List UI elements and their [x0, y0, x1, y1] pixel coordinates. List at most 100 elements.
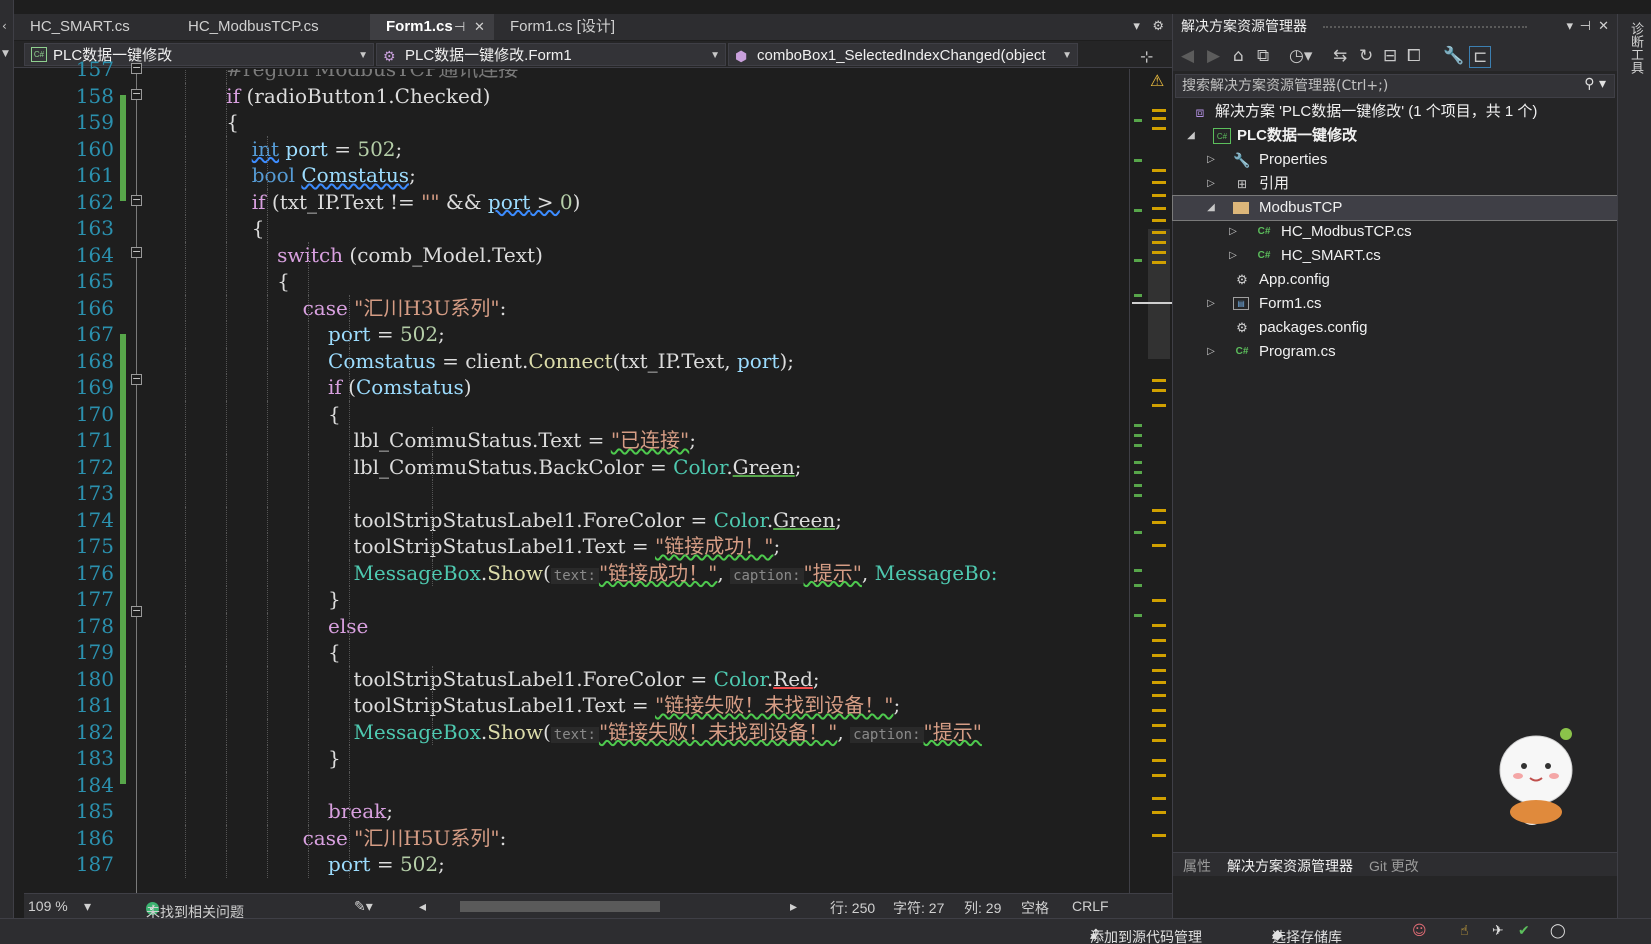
line-ending-indicator[interactable]: CRLF: [1072, 898, 1109, 914]
line-number: 179: [75, 640, 114, 664]
solution-search-box[interactable]: ⚲ ▾: [1175, 74, 1615, 98]
collapse-region-icon[interactable]: −: [131, 62, 142, 74]
account-circle-icon[interactable]: ◯: [1550, 923, 1566, 939]
horizontal-scrollbar-thumb[interactable]: [460, 901, 660, 912]
forward-icon[interactable]: ▶: [1207, 46, 1220, 66]
whitespace-indicator[interactable]: 空格: [1021, 898, 1049, 918]
tree-item-program[interactable]: ▷ C# Program.cs: [1173, 340, 1617, 364]
tree-item-hc-smart[interactable]: ▷ C# HC_SMART.cs: [1173, 244, 1617, 268]
warning-icon[interactable]: ⚠: [1150, 71, 1164, 90]
tab-form1[interactable]: Form1.cs ⊣ ✕: [370, 14, 494, 40]
warning-marker: [1152, 709, 1166, 712]
tab-hc-modbustcp[interactable]: HC_ModbusTCP.cs: [172, 14, 370, 40]
warning-marker: [1152, 654, 1166, 657]
code-text: {: [328, 640, 341, 664]
tree-item-packages-config[interactable]: ⚙ packages.config: [1173, 316, 1617, 340]
tab-list-dropdown-icon[interactable]: ▾: [1133, 19, 1140, 34]
change-marker: [1134, 119, 1142, 122]
class-dropdown[interactable]: ⚙ PLC数据一键修改.Form1 ▼: [376, 43, 726, 66]
scrollbar-thumb[interactable]: [1148, 229, 1170, 359]
scroll-right-icon[interactable]: ▸: [790, 898, 797, 915]
left-dropdown-icon[interactable]: ▼: [2, 49, 9, 59]
diagnostic-tools-tab[interactable]: 诊断工具: [1627, 22, 1643, 74]
collapse-region-icon[interactable]: −: [131, 373, 142, 385]
expanded-arrow-icon[interactable]: ◢: [1205, 196, 1217, 220]
pending-changes-filter-icon[interactable]: ◷▾: [1289, 46, 1312, 66]
tab-solution-explorer[interactable]: 解决方案资源管理器: [1227, 856, 1353, 876]
tree-item-properties[interactable]: ▷ 🔧 Properties: [1173, 148, 1617, 172]
scroll-left-icon[interactable]: ◂: [419, 898, 426, 915]
collapsed-arrow-icon[interactable]: ▷: [1227, 220, 1239, 244]
change-marker: [1134, 424, 1142, 427]
vertical-scrollbar[interactable]: ⚠: [1129, 69, 1172, 893]
keyword: case: [302, 825, 348, 850]
tab-git-changes[interactable]: Git 更改: [1369, 856, 1419, 876]
status-check-icon[interactable]: ✔: [1518, 923, 1530, 939]
type-name: MessageBox: [353, 719, 481, 744]
code-editor[interactable]: ‹ ▼ HC_SMART.cs HC_ModbusTCP.cs Form1.cs…: [0, 0, 1172, 944]
tab-form1-designer[interactable]: Form1.cs [设计]: [494, 14, 670, 40]
tab-label: HC_SMART.cs: [30, 18, 130, 35]
code-cleanup-icon[interactable]: ✎▾: [354, 898, 373, 915]
tree-item-project[interactable]: ◢ C# PLC数据一键修改: [1173, 124, 1617, 148]
expanded-arrow-icon[interactable]: ◢: [1185, 124, 1197, 148]
column-indicator[interactable]: 列: 29: [964, 898, 1001, 918]
collapse-region-icon[interactable]: −: [131, 194, 142, 206]
tree-item-references[interactable]: ▷ ⊞ 引用: [1173, 172, 1617, 196]
collapse-left-icon[interactable]: ‹: [2, 19, 7, 33]
change-indicator: [120, 95, 126, 201]
code-text: ;: [395, 136, 403, 161]
collapsed-arrow-icon[interactable]: ▷: [1205, 148, 1217, 172]
tree-item-app-config[interactable]: ⚙ App.config: [1173, 268, 1617, 292]
refresh-icon[interactable]: ↻: [1359, 46, 1373, 66]
close-icon[interactable]: ✕: [1598, 14, 1609, 40]
collapsed-arrow-icon[interactable]: ▷: [1227, 244, 1239, 268]
settings-gear-icon[interactable]: ⚙: [1152, 19, 1164, 34]
line-indicator[interactable]: 行: 250: [830, 898, 875, 918]
back-icon[interactable]: ◀: [1181, 46, 1194, 66]
notifications-icon[interactable]: ✈: [1492, 923, 1504, 939]
zoom-level[interactable]: 109 %: [28, 898, 68, 914]
warning-marker: [1152, 599, 1166, 602]
sync-with-document-icon[interactable]: ⇆: [1333, 46, 1347, 66]
method-call: Connect: [528, 348, 613, 373]
thumb-icon[interactable]: ☝: [1460, 923, 1469, 939]
tree-item-form1[interactable]: ▷ ▤ Form1.cs: [1173, 292, 1617, 316]
switch-views-icon[interactable]: ⧉: [1257, 46, 1269, 66]
pin-icon[interactable]: ⊣: [1580, 14, 1591, 40]
collapse-region-icon[interactable]: −: [131, 88, 142, 100]
warning-marker: [1152, 194, 1166, 197]
tree-item-hc-modbustcp[interactable]: ▷ C# HC_ModbusTCP.cs: [1173, 220, 1617, 244]
collapse-region-icon[interactable]: −: [131, 246, 142, 258]
drag-handle[interactable]: [1323, 26, 1527, 28]
search-icon[interactable]: ⚲ ▾: [1584, 76, 1606, 92]
change-indicator: [120, 334, 126, 784]
tab-hc-smart[interactable]: HC_SMART.cs: [14, 14, 172, 40]
code-text: toolStripStatusLabel1.ForeColor =: [353, 507, 714, 532]
close-tab-icon[interactable]: ✕: [474, 14, 485, 40]
collapse-region-icon[interactable]: −: [131, 605, 142, 617]
tree-item-solution[interactable]: ⧈ 解决方案 'PLC数据一键修改' (1 个项目，共 1 个): [1173, 100, 1617, 124]
pin-tab-icon[interactable]: ⊣: [454, 14, 465, 40]
feedback-icon[interactable]: ☺: [1412, 923, 1427, 939]
collapsed-arrow-icon[interactable]: ▷: [1205, 340, 1217, 364]
tab-properties[interactable]: 属性: [1183, 856, 1211, 876]
properties-wrench-icon[interactable]: 🔧: [1443, 46, 1464, 66]
window-position-dropdown-icon[interactable]: ▾: [1566, 14, 1573, 40]
member-dropdown[interactable]: ⬢ comboBox1_SelectedIndexChanged(object …: [728, 43, 1078, 66]
zoom-dropdown-icon[interactable]: ▾: [84, 898, 91, 915]
collapse-all-icon[interactable]: ⊟: [1383, 46, 1397, 66]
home-icon[interactable]: ⌂: [1233, 46, 1244, 66]
variable: Comstatus: [328, 348, 436, 373]
code-text: {: [328, 401, 341, 426]
solution-search-input[interactable]: [1176, 75, 1556, 97]
code-text-area[interactable]: #region ModbusTCP通讯连接 if (radioButton1.C…: [150, 69, 1110, 893]
tree-item-modbustcp-folder[interactable]: ◢ ModbusTCP: [1172, 195, 1618, 221]
char-indicator[interactable]: 字符: 27: [893, 898, 944, 918]
show-all-files-icon[interactable]: ⧠: [1407, 46, 1421, 66]
preview-selected-items-icon[interactable]: ⊏: [1469, 46, 1492, 68]
collapsed-arrow-icon[interactable]: ▷: [1205, 172, 1217, 196]
warning-marker: [1152, 379, 1166, 382]
split-editor-icon[interactable]: ⊹: [1140, 47, 1153, 66]
collapsed-arrow-icon[interactable]: ▷: [1205, 292, 1217, 316]
